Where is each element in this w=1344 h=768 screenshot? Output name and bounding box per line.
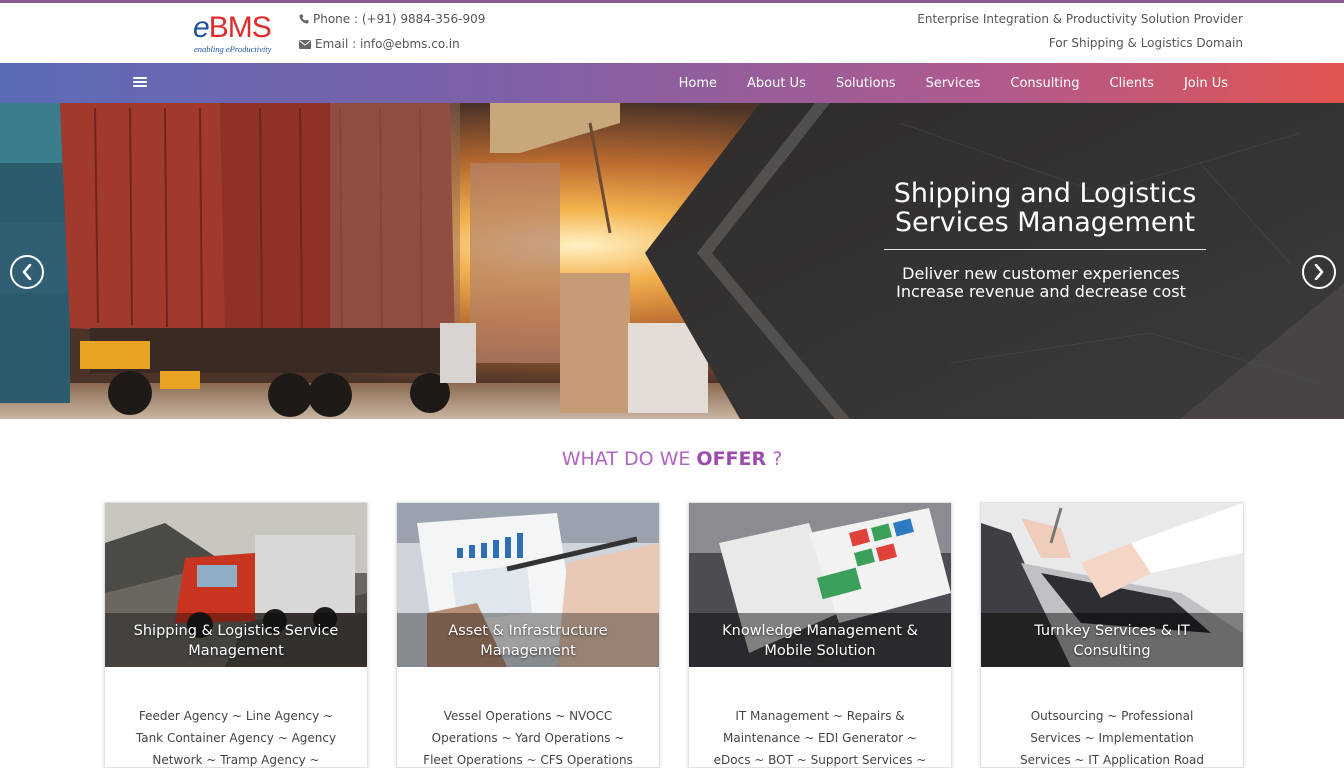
- card-title: Turnkey Services & IT Consulting: [991, 621, 1233, 661]
- slide-divider: [884, 249, 1206, 250]
- slide-subtitle-line1: Deliver new customer experiences: [902, 264, 1180, 283]
- phone-icon: [299, 14, 309, 24]
- card-text-line: IT Management ~ Repairs &: [735, 709, 905, 723]
- card-text-line: Tank Container Agency ~ Agency: [135, 731, 337, 745]
- offer-card-asset-infrastructure[interactable]: Asset & Infrastructure Management Vessel…: [396, 502, 660, 768]
- ebms-logo[interactable]: eBMS enabling eProductivity: [193, 11, 273, 57]
- nav-item-join-us[interactable]: Join Us: [1184, 76, 1228, 91]
- hero-slider: Shipping and Logistics Services Manageme…: [0, 103, 1344, 419]
- slider-next-button[interactable]: [1302, 255, 1336, 289]
- nav-item-home[interactable]: Home: [679, 76, 717, 91]
- logo-bms: BMS: [208, 11, 272, 44]
- chevron-right-icon: [1314, 264, 1324, 280]
- card-text-line: Maintenance ~ EDI Generator ~: [723, 731, 917, 745]
- card-text-line: Outsourcing ~ Professional: [1030, 709, 1194, 723]
- nav-item-services[interactable]: Services: [926, 76, 981, 91]
- card-title-line1: Knowledge Management &: [722, 623, 918, 639]
- card-title: Knowledge Management & Mobile Solution: [699, 621, 941, 661]
- card-text-line: Services ~ IT Application Road: [1020, 753, 1204, 767]
- main-nav: Home About Us Solutions Services Consult…: [0, 63, 1344, 103]
- header-tagline-line1: Enterprise Integration & Productivity So…: [917, 12, 1243, 26]
- offer-heading-suffix: ?: [772, 448, 783, 470]
- offer-card-shipping-logistics[interactable]: Shipping & Logistics Service Management …: [104, 502, 368, 768]
- card-text-line: Operations ~ Yard Operations ~: [431, 731, 625, 745]
- logo-e: e: [193, 11, 210, 44]
- slider-prev-button[interactable]: [10, 255, 44, 289]
- card-text-line: eDocs ~ BOT ~ Support Services ~: [713, 753, 927, 767]
- contact-phone: Phone : (+91) 9884-356-909: [299, 12, 485, 26]
- card-title-line1: Shipping & Logistics Service: [133, 623, 339, 639]
- card-text-line: Feeder Agency ~ Line Agency ~: [138, 709, 334, 723]
- offer-heading-bold: OFFER: [696, 448, 767, 470]
- card-title-line2: Mobile Solution: [764, 643, 876, 659]
- card-title-line2: Management: [480, 643, 576, 659]
- card-text-line: Fleet Operations ~ CFS Operations: [423, 753, 633, 767]
- nav-item-about-us[interactable]: About Us: [747, 76, 806, 91]
- offer-section-heading: WHAT DO WE OFFER ?: [0, 448, 1344, 470]
- offer-heading-prefix: WHAT DO WE: [561, 448, 691, 470]
- card-text-line: Services ~ Implementation: [1030, 731, 1194, 745]
- email-link[interactable]: Email : info@ebms.co.in: [315, 37, 460, 51]
- slide-subtitle: Deliver new customer experiences Increas…: [884, 265, 1198, 301]
- chevron-left-icon: [22, 264, 32, 280]
- envelope-icon: [299, 39, 311, 49]
- nav-menu: Home About Us Solutions Services Consult…: [649, 63, 1228, 103]
- logo-wordmark: eBMS: [193, 11, 272, 45]
- card-title: Asset & Infrastructure Management: [407, 621, 649, 661]
- offer-card-knowledge-mobile[interactable]: Knowledge Management & Mobile Solution I…: [688, 502, 952, 768]
- card-title-line2: Consulting: [1073, 643, 1151, 659]
- card-text-line: Network ~ Tramp Agency ~: [152, 753, 320, 767]
- phone-text: Phone : (+91) 9884-356-909: [313, 12, 486, 26]
- card-description: IT Management ~ Repairs & Maintenance ~ …: [703, 705, 937, 767]
- contact-email: Email : info@ebms.co.in: [299, 37, 460, 51]
- card-description: Outsourcing ~ Professional Services ~ Im…: [995, 705, 1229, 767]
- card-title-line1: Turnkey Services & IT: [1034, 623, 1190, 639]
- card-description: Vessel Operations ~ NVOCC Operations ~ Y…: [411, 705, 645, 767]
- logo-tagline: enabling eProductivity: [194, 44, 272, 54]
- card-title-line2: Management: [188, 643, 284, 659]
- slide-title-line2: Services Management: [894, 207, 1196, 238]
- slide-title: Shipping and Logistics Services Manageme…: [884, 179, 1206, 237]
- hamburger-menu-icon[interactable]: [133, 76, 147, 89]
- header-tagline-line2: For Shipping & Logistics Domain: [1048, 36, 1243, 50]
- nav-item-consulting[interactable]: Consulting: [1010, 76, 1079, 91]
- offer-card-turnkey-it[interactable]: Turnkey Services & IT Consulting Outsour…: [980, 502, 1244, 768]
- nav-item-solutions[interactable]: Solutions: [836, 76, 896, 91]
- site-header: eBMS enabling eProductivity Phone : (+91…: [0, 3, 1344, 63]
- hero-shipping-containers-image: [0, 103, 1344, 419]
- card-title: Shipping & Logistics Service Management: [115, 621, 357, 661]
- card-description: Feeder Agency ~ Line Agency ~ Tank Conta…: [119, 705, 353, 767]
- card-title-line1: Asset & Infrastructure: [448, 623, 608, 639]
- slide-title-line1: Shipping and Logistics: [893, 178, 1197, 209]
- card-text-line: Vessel Operations ~ NVOCC: [443, 709, 613, 723]
- slide-subtitle-line2: Increase revenue and decrease cost: [896, 282, 1186, 301]
- nav-item-clients[interactable]: Clients: [1110, 76, 1154, 91]
